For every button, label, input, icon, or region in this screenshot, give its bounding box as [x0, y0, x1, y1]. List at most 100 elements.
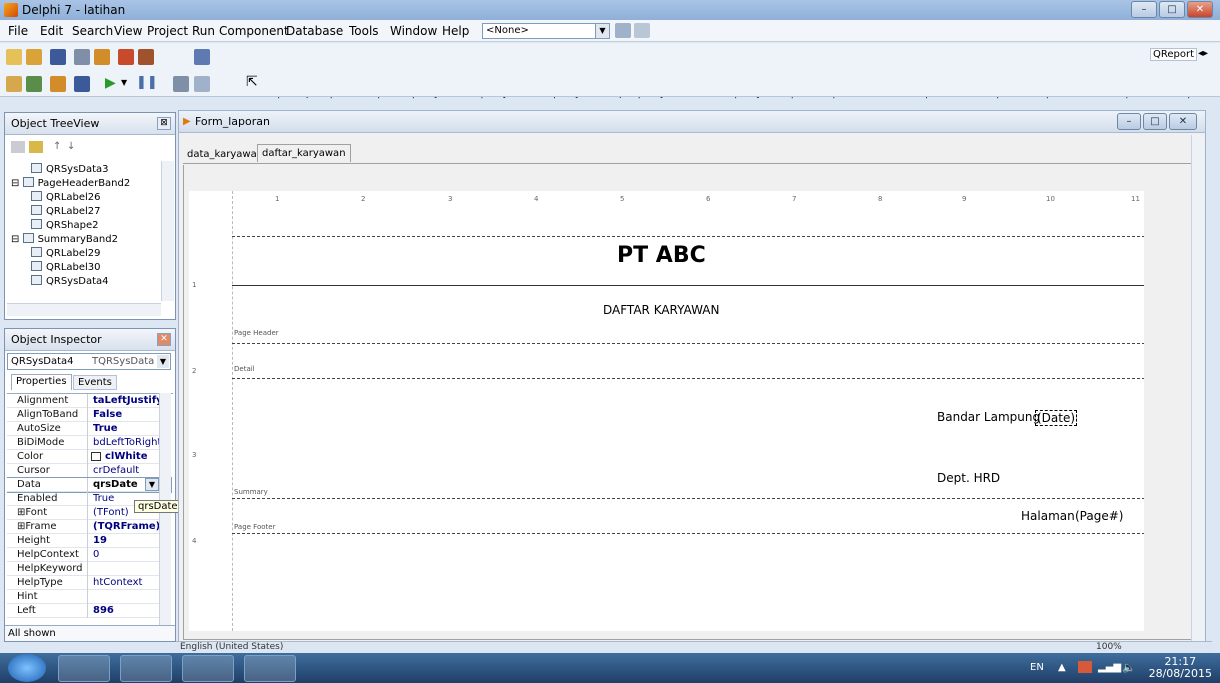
tree-item-qrsysdata4[interactable]: QRSysData4 [31, 275, 109, 289]
taskbar-delphi-icon[interactable] [182, 655, 234, 682]
new-icon[interactable] [6, 49, 22, 65]
save-desktop-icon[interactable] [615, 23, 631, 38]
palette-tab-qreport[interactable]: QReport [1150, 48, 1198, 61]
location-label[interactable]: Bandar Lampung [937, 410, 1040, 424]
close-icon[interactable]: ✕ [157, 333, 171, 346]
tab-daftar-karyawan[interactable]: daftar_karyawan [257, 144, 351, 162]
tab-properties[interactable]: Properties [11, 374, 72, 390]
collapse-icon[interactable]: ⊟ [11, 178, 19, 189]
form-minimize-button[interactable]: – [1117, 113, 1141, 130]
tree-item-summaryband2[interactable]: ⊟ SummaryBand2 [11, 233, 118, 247]
new-item-icon[interactable] [29, 141, 43, 153]
view-form-icon[interactable] [26, 76, 42, 92]
menu-database[interactable]: Database [286, 24, 343, 38]
taskbar-explorer-icon[interactable] [58, 655, 110, 682]
property-row[interactable]: Color clWhite [7, 450, 171, 464]
property-row[interactable]: BiDiMode bdLeftToRight [7, 436, 171, 450]
configuration-combo[interactable]: <None> ▼ [482, 23, 610, 39]
arrow-down-icon[interactable]: ↓ [67, 141, 75, 152]
tab-events[interactable]: Events [73, 375, 117, 390]
close-button[interactable]: ✕ [1187, 1, 1213, 18]
menu-help[interactable]: Help [442, 24, 469, 38]
tree-item-qrlabel29[interactable]: QRLabel29 [31, 247, 101, 261]
help-contents-icon[interactable] [194, 49, 210, 65]
report-title-label[interactable]: PT ABC [617, 243, 706, 268]
property-row[interactable]: Alignment taLeftJustify [7, 394, 171, 408]
view-unit-icon[interactable] [6, 76, 22, 92]
form-vertical-scrollbar[interactable] [1191, 135, 1204, 641]
menu-search[interactable]: Search [72, 24, 113, 38]
tray-network-icon[interactable] [1078, 661, 1092, 673]
save-icon[interactable] [50, 49, 66, 65]
menu-edit[interactable]: Edit [40, 24, 63, 38]
tree-item-pageheaderband2[interactable]: ⊟ PageHeaderBand2 [11, 177, 130, 191]
menu-project[interactable]: Project [147, 24, 188, 38]
close-icon[interactable]: ⊠ [157, 117, 171, 130]
form-close-button[interactable]: ✕ [1169, 113, 1197, 130]
menu-file[interactable]: File [8, 24, 28, 38]
start-button[interactable] [8, 654, 46, 682]
taskbar-firefox-icon[interactable] [120, 655, 172, 682]
toggle-form-unit-icon[interactable] [50, 76, 66, 92]
menu-window[interactable]: Window [390, 24, 437, 38]
tree-item-qrlabel26[interactable]: QRLabel26 [31, 191, 101, 205]
zoom-level[interactable]: 100% [1096, 642, 1122, 652]
tree-item-qrsysdata3[interactable]: QRSysData3 [31, 163, 109, 177]
tree-item-qrshape2[interactable]: QRShape2 [31, 219, 99, 233]
date-sysdata-field[interactable]: (Date) [1035, 410, 1078, 426]
treeview-vertical-scrollbar[interactable] [161, 161, 174, 301]
tab-data-karyawan[interactable]: data_karyawan [187, 149, 263, 160]
menu-view[interactable]: View [114, 24, 142, 38]
menu-component[interactable]: Component [219, 24, 289, 38]
save-all-icon[interactable] [74, 49, 90, 65]
page-number-field[interactable]: (Page#) [1075, 509, 1123, 523]
page-label[interactable]: Halaman [1021, 509, 1075, 523]
new-form-icon[interactable] [74, 76, 90, 92]
property-row[interactable]: HelpContext 0 [7, 548, 171, 562]
open-project-icon[interactable] [94, 49, 110, 65]
run-icon[interactable]: ▶ [105, 75, 116, 91]
tree-item-qrlabel30[interactable]: QRLabel30 [31, 261, 101, 275]
tray-show-hidden-icon[interactable]: ▲ [1058, 662, 1066, 673]
menu-tools[interactable]: Tools [349, 24, 379, 38]
form-maximize-button[interactable]: □ [1143, 113, 1167, 130]
delete-icon[interactable] [11, 141, 25, 153]
property-row[interactable]: HelpType htContext [7, 576, 171, 590]
tray-clock[interactable]: 21:17 28/08/2015 [1149, 656, 1212, 680]
dept-label[interactable]: Dept. HRD [937, 471, 1000, 485]
open-icon[interactable] [26, 49, 42, 65]
object-selector-combo[interactable]: QRSysData4 TQRSysData ▼ [7, 353, 171, 370]
pause-icon[interactable]: ❚❚ [136, 75, 158, 90]
menu-run[interactable]: Run [192, 24, 215, 38]
chevron-down-icon[interactable]: ▼ [157, 355, 169, 368]
palette-scroll-arrows[interactable]: ◂▸ [1198, 48, 1208, 59]
collapse-icon[interactable]: ⊟ [11, 234, 19, 245]
chevron-down-icon[interactable]: ▼ [595, 24, 609, 38]
add-to-project-icon[interactable] [118, 49, 134, 65]
property-row[interactable]: Hint [7, 590, 171, 604]
property-row[interactable]: Height 19 [7, 534, 171, 548]
report-subtitle-label[interactable]: DAFTAR KARYAWAN [603, 303, 719, 317]
tray-language[interactable]: EN [1030, 662, 1044, 673]
trace-into-icon[interactable] [173, 76, 189, 92]
property-row[interactable]: Left 896 [7, 604, 171, 618]
tray-signal-icon[interactable]: ▂▄▆ [1098, 662, 1121, 673]
treeview-horizontal-scrollbar[interactable] [7, 303, 161, 316]
tree-item-qrlabel27[interactable]: QRLabel27 [31, 205, 101, 219]
property-row[interactable]: Data qrsDate ▼ [7, 477, 172, 493]
maximize-button[interactable]: □ [1159, 1, 1185, 18]
property-row[interactable]: AlignToBand False [7, 408, 171, 422]
property-row[interactable]: AutoSize True [7, 422, 171, 436]
arrow-up-icon[interactable]: ↑ [53, 141, 61, 152]
header-line-shape[interactable] [232, 285, 1144, 286]
chevron-down-icon[interactable]: ▼ [145, 478, 159, 491]
step-over-icon[interactable] [194, 76, 210, 92]
tray-volume-icon[interactable]: 🔈 [1122, 661, 1136, 674]
property-row[interactable]: Cursor crDefault [7, 464, 171, 478]
taskbar-word-icon[interactable] [244, 655, 296, 682]
property-row[interactable]: HelpKeyword [7, 562, 171, 576]
minimize-button[interactable]: – [1131, 1, 1157, 18]
remove-from-project-icon[interactable] [138, 49, 154, 65]
pointer-arrow-icon[interactable]: ⇱ [246, 74, 258, 90]
run-dropdown-icon[interactable]: ▼ [121, 78, 127, 87]
